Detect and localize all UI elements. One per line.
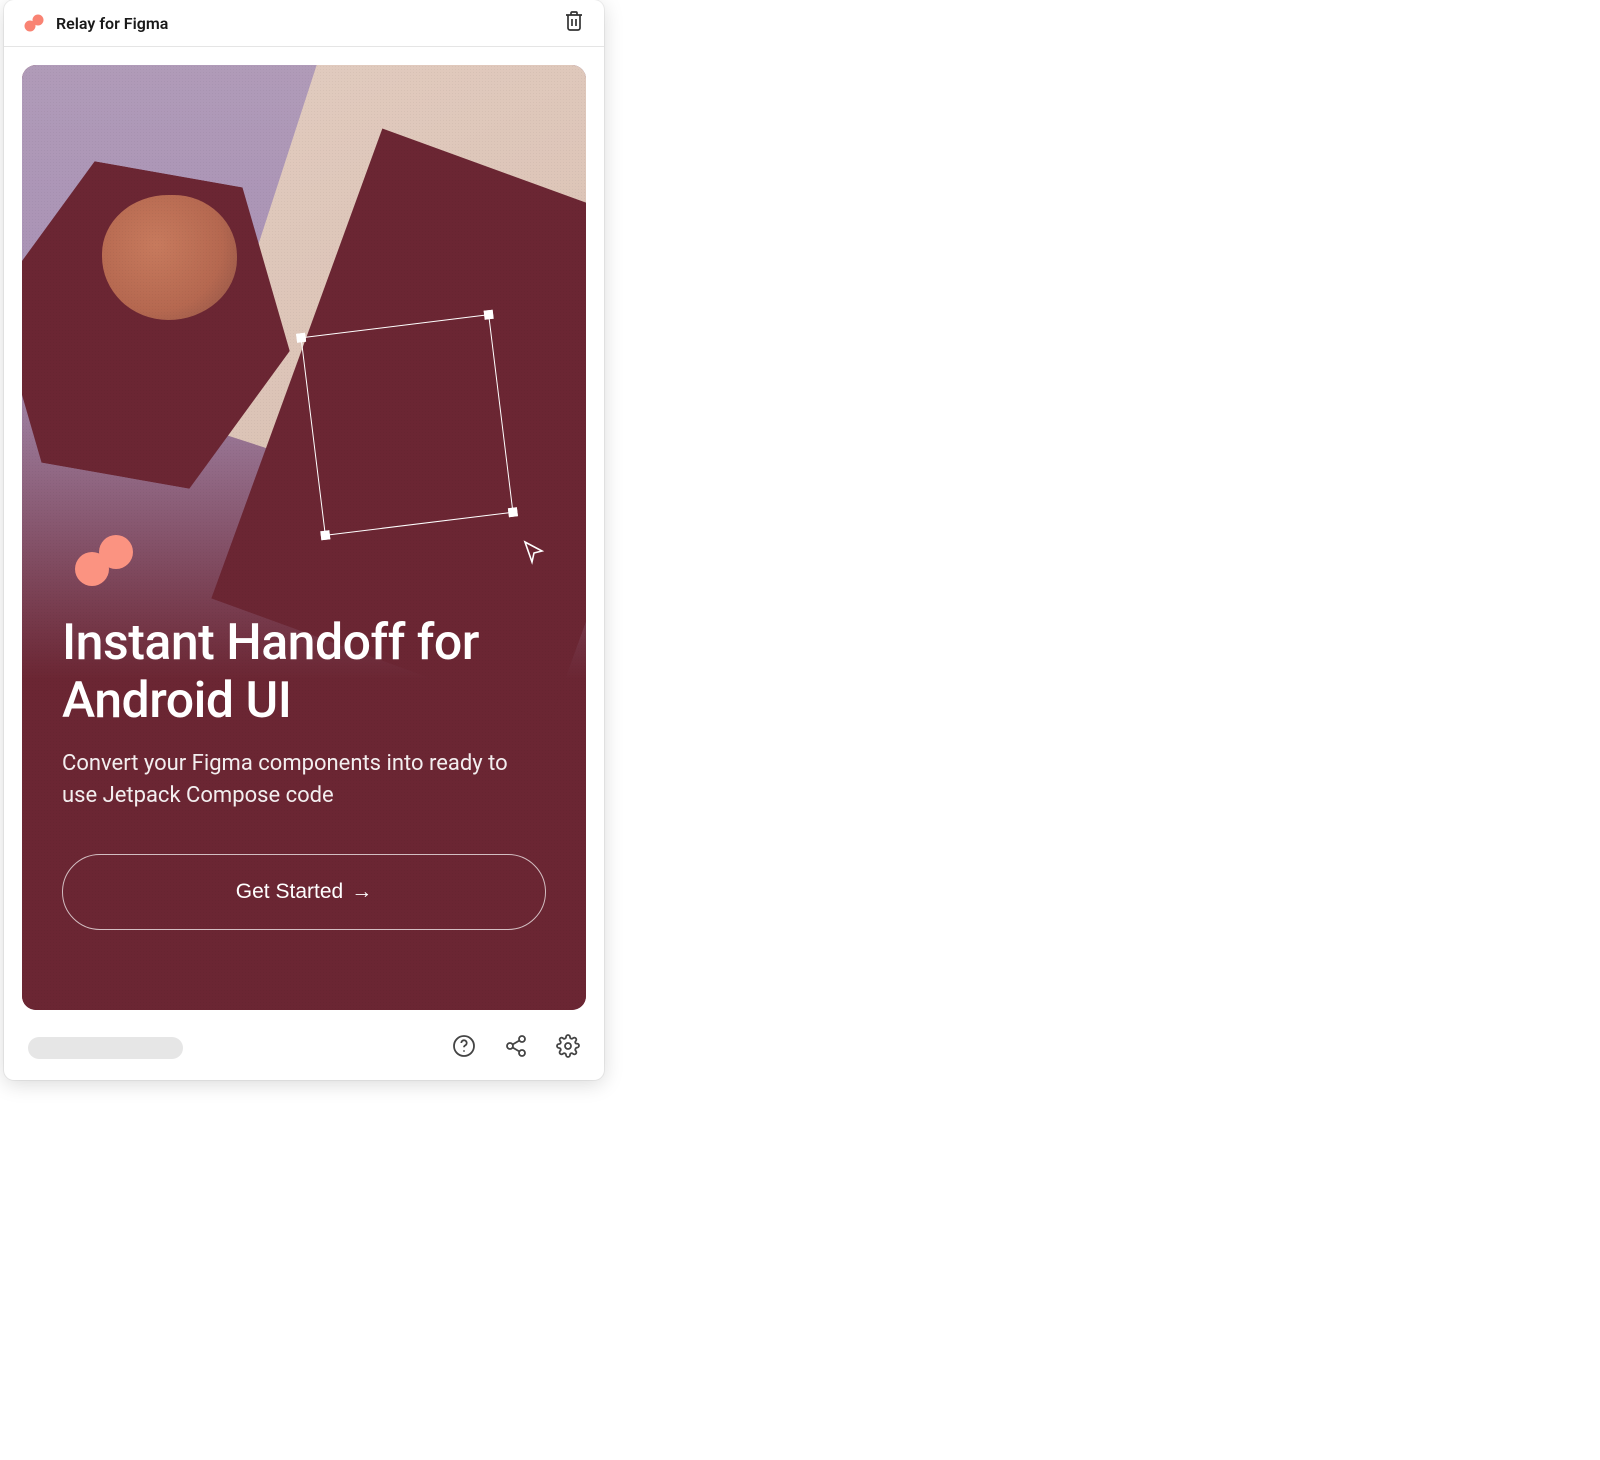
settings-gear-icon[interactable] [556,1034,580,1062]
cursor-icon [522,539,546,569]
selection-frame [301,314,514,536]
footer-bar [4,1028,604,1080]
header-left: Relay for Figma [24,12,168,34]
footer-placeholder [28,1037,183,1059]
relay-mark-icon [72,533,142,588]
hero-text-block: Instant Handoff for Android UI Convert y… [62,615,546,930]
plugin-title: Relay for Figma [56,14,168,33]
footer-icons [452,1034,580,1062]
help-circle-icon[interactable] [452,1034,476,1062]
hero-subtitle: Convert your Figma components into ready… [62,748,512,812]
arrow-right-icon: → [351,880,372,904]
share-icon[interactable] [504,1034,528,1062]
relay-logo-icon [24,12,46,34]
hero-title: Instant Handoff for Android UI [62,615,546,730]
hero-card: Instant Handoff for Android UI Convert y… [22,65,586,1010]
get-started-button[interactable]: Get Started → [62,854,546,930]
plugin-window: Relay for Figma [4,0,604,1080]
header-bar: Relay for Figma [4,0,604,47]
cta-label: Get Started [236,880,343,904]
trash-icon[interactable] [564,10,584,36]
